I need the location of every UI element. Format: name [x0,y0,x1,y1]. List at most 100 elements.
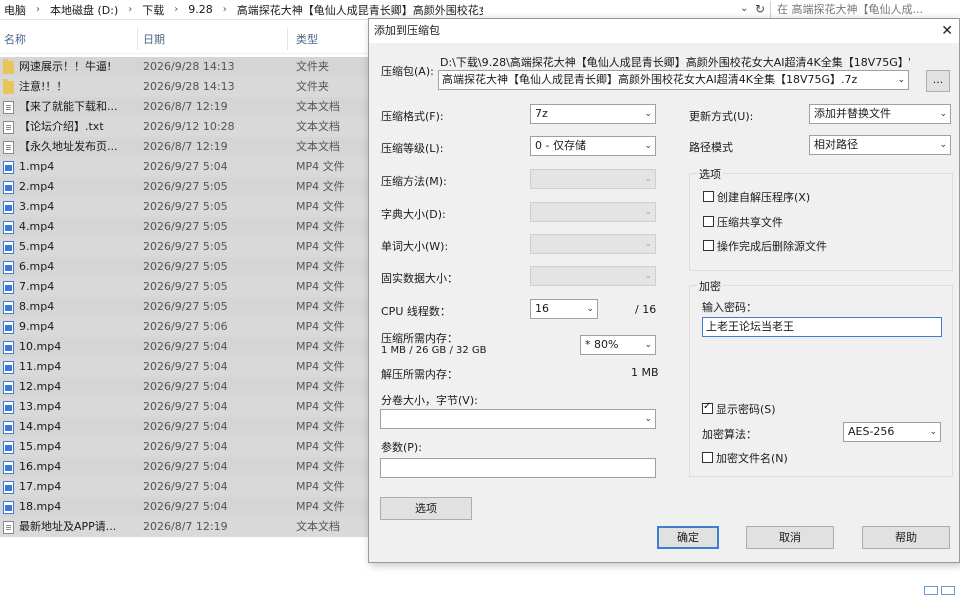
show-password-checkbox-row[interactable]: 显示密码(S) [702,401,776,417]
format-select[interactable]: 7z ⌄ [530,104,656,124]
options-button[interactable]: 选项 [380,497,472,520]
chevron-down-icon: ⌄ [644,207,652,217]
method-select[interactable]: ⌄ [530,169,656,189]
file-name: 15.mp4 [19,440,62,453]
breadcrumb-separator-icon: › [222,4,227,15]
file-row[interactable]: 12.mp4 2026/9/27 5:04 MP4 文件 [0,377,372,397]
password-label: 输入密码： [702,301,757,314]
file-row[interactable]: 15.mp4 2026/9/27 5:04 MP4 文件 [0,437,372,457]
chevron-down-icon: ⌄ [644,414,652,424]
chevron-down-icon: ⌄ [929,427,937,437]
help-button[interactable]: 帮助 [862,526,950,549]
file-row[interactable]: 5.mp4 2026/9/27 5:05 MP4 文件 [0,237,372,257]
column-divider[interactable] [137,28,138,50]
file-row[interactable]: 3.mp4 2026/9/27 5:05 MP4 文件 [0,197,372,217]
chevron-down-icon[interactable]: ⌄ [740,3,748,14]
sfx-checkbox[interactable] [703,191,714,202]
file-row[interactable]: 7.mp4 2026/9/27 5:05 MP4 文件 [0,277,372,297]
details-view-icon[interactable] [924,586,938,595]
breadcrumb-current-folder[interactable]: 高端探花大神【龟仙人成昆青长卿】高颜外围校花女大AI超清4K全集【18V75G】 [233,2,483,18]
thumbnail-view-icon[interactable] [941,586,955,595]
file-row[interactable]: 6.mp4 2026/9/27 5:05 MP4 文件 [0,257,372,277]
file-name: 16.mp4 [19,460,62,473]
cancel-button[interactable]: 取消 [746,526,834,549]
breadcrumb-downloads[interactable]: 下载 [138,2,168,18]
column-header-name[interactable]: 名称 [4,31,26,47]
compress-memory-select[interactable]: * 80% ⌄ [580,335,656,355]
browse-button[interactable]: ... [926,70,950,92]
file-row[interactable]: 【论坛介绍】.txt 2026/9/12 10:28 文本文档 [0,117,372,137]
refresh-icon[interactable]: ↻ [755,2,765,16]
breadcrumb-drive-d[interactable]: 本地磁盘 (D:) [46,2,122,18]
file-type: MP4 文件 [296,200,345,213]
chevron-down-icon[interactable]: ⌄ [897,71,905,89]
file-row[interactable]: 1.mp4 2026/9/27 5:04 MP4 文件 [0,157,372,177]
cpu-threads-select[interactable]: 16 ⌄ [530,299,598,319]
path-mode-select[interactable]: 相对路径 ⌄ [809,135,951,155]
level-select[interactable]: 0 - 仅存储 ⌄ [530,136,656,156]
level-value: 0 - 仅存储 [535,139,586,152]
video-file-icon [3,361,14,374]
method-label: 压缩方法(M): [381,175,447,188]
password-input[interactable]: 上老王论坛当老王 [702,317,942,337]
file-row[interactable]: 10.mp4 2026/9/27 5:04 MP4 文件 [0,337,372,357]
file-row[interactable]: 14.mp4 2026/9/27 5:04 MP4 文件 [0,417,372,437]
file-row[interactable]: 17.mp4 2026/9/27 5:04 MP4 文件 [0,477,372,497]
delete-files-checkbox-row[interactable]: 操作完成后删除源文件 [703,238,827,254]
file-date: 2026/9/27 5:04 [143,160,228,173]
column-header-date[interactable]: 日期 [143,31,165,47]
file-row[interactable]: 2.mp4 2026/9/27 5:05 MP4 文件 [0,177,372,197]
ok-button[interactable]: 确定 [657,526,719,549]
file-row[interactable]: 18.mp4 2026/9/27 5:04 MP4 文件 [0,497,372,517]
file-row[interactable]: 8.mp4 2026/9/27 5:05 MP4 文件 [0,297,372,317]
search-input[interactable]: 在 高端探花大神【龟仙人成... [770,1,960,18]
file-date: 2026/9/27 5:05 [143,200,228,213]
file-date: 2026/9/27 5:05 [143,240,228,253]
file-row[interactable]: 注意!！！ 2026/9/28 14:13 文件夹 [0,77,372,97]
split-volume-combo[interactable]: ⌄ [380,409,656,429]
parameters-input[interactable] [380,458,656,478]
encryption-method-select[interactable]: AES-256 ⌄ [843,422,941,442]
file-row[interactable]: 【来了就能下载和... 2026/8/7 12:19 文本文档 [0,97,372,117]
breadcrumb-928[interactable]: 9.28 [184,3,217,16]
file-row[interactable]: 最新地址及APP请... 2026/8/7 12:19 文本文档 [0,517,372,537]
dictionary-select[interactable]: ⌄ [530,202,656,222]
close-icon[interactable]: ✕ [941,19,953,43]
shared-files-checkbox[interactable] [703,216,714,227]
file-list: 网速展示！！牛逼! 2026/9/28 14:13 文件夹 注意!！！ 2026/9/2… [0,57,372,537]
encrypt-names-checkbox-row[interactable]: 加密文件名(N) [702,450,788,466]
archive-path-text: D:\下载\9.28\高端探花大神【龟仙人成昆青长卿】高颜外围校花女大AI超清4… [440,56,910,69]
solid-block-select[interactable]: ⌄ [530,266,656,286]
show-password-checkbox[interactable] [702,401,713,414]
chevron-down-icon: ⌄ [644,340,652,350]
video-file-icon [3,421,14,434]
file-name: 11.mp4 [19,360,62,373]
chevron-down-icon: ⌄ [939,140,947,150]
file-row[interactable]: 【永久地址发布页... 2026/8/7 12:19 文本文档 [0,137,372,157]
sfx-checkbox-row[interactable]: 创建自解压程序(X) [703,189,810,205]
archive-name-combo[interactable]: 高端探花大神【龟仙人成昆青长卿】高颜外围校花女大AI超清4K全集【18V75G】… [438,70,909,90]
chevron-down-icon: ⌄ [939,109,947,119]
address-bar[interactable]: 电脑 › 本地磁盘 (D:) › 下载 › 9.28 › 高端探花大神【龟仙人成… [0,0,960,20]
update-mode-value: 添加并替换文件 [814,107,891,120]
update-mode-select[interactable]: 添加并替换文件 ⌄ [809,104,951,124]
file-name: 10.mp4 [19,340,62,353]
breadcrumb-pc[interactable]: 电脑 [0,2,30,18]
file-row[interactable]: 网速展示！！牛逼! 2026/9/28 14:13 文件夹 [0,57,372,77]
file-date: 2026/9/27 5:05 [143,300,228,313]
path-mode-value: 相对路径 [814,138,858,151]
file-row[interactable]: 11.mp4 2026/9/27 5:04 MP4 文件 [0,357,372,377]
encrypt-names-checkbox[interactable] [702,452,713,463]
file-row[interactable]: 9.mp4 2026/9/27 5:06 MP4 文件 [0,317,372,337]
column-header-type[interactable]: 类型 [296,31,318,47]
file-row[interactable]: 4.mp4 2026/9/27 5:05 MP4 文件 [0,217,372,237]
delete-files-checkbox[interactable] [703,240,714,251]
shared-files-checkbox-row[interactable]: 压缩共享文件 [703,214,783,230]
file-row[interactable]: 16.mp4 2026/9/27 5:04 MP4 文件 [0,457,372,477]
file-row[interactable]: 13.mp4 2026/9/27 5:04 MP4 文件 [0,397,372,417]
file-date: 2026/8/7 12:19 [143,100,228,113]
file-type: MP4 文件 [296,180,345,193]
word-size-select[interactable]: ⌄ [530,234,656,254]
video-file-icon [3,201,14,214]
column-divider[interactable] [287,28,288,50]
